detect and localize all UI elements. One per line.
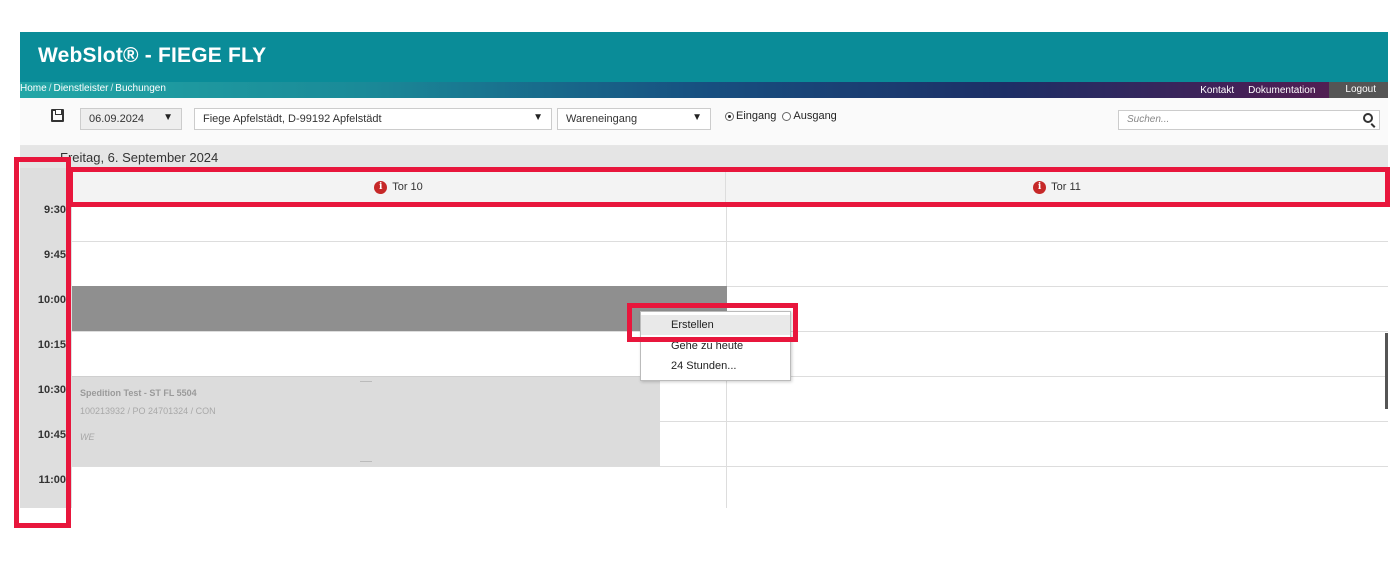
date-value: 06.09.2024 [89,113,145,125]
radio-eingang[interactable] [725,111,734,121]
app-title: WebSlot® - FIEGE FLY [38,44,267,67]
grid-line [72,241,1388,242]
breadcrumb-separator: / [48,83,52,94]
scrollbar[interactable] [1385,333,1388,409]
toolbar: 06.09.2024 ▼ Fiege Apfelstädt, D-99192 A… [20,98,1388,146]
breadcrumb-separator: / [110,83,114,94]
chevron-down-icon: ▼ [163,112,173,123]
day-header: Freitag, 6. September 2024 [20,146,1388,168]
save-icon[interactable] [51,109,64,122]
chevron-down-icon: ▼ [692,112,702,123]
breadcrumb: Home / Dienstleister / Buchungen [20,83,166,94]
kontakt-link[interactable]: Kontakt [1200,85,1234,96]
type-value: Wareneingang [566,113,638,125]
dokumentation-link[interactable]: Dokumentation [1248,85,1315,96]
search-placeholder: Suchen... [1127,114,1170,125]
app-header: WebSlot® - FIEGE FLY [20,32,1388,82]
search-input[interactable]: Suchen... [1118,110,1380,130]
booking-type: WE [80,432,95,442]
resize-handle[interactable] [360,461,372,462]
chevron-down-icon: ▼ [533,112,543,123]
highlight-gate-header [68,167,1390,207]
booking-title: Spedition Test - ST FL 5504 [80,388,197,398]
webslot-app: WebSlot® - FIEGE FLY Home / Dienstleister /… [20,32,1388,508]
highlight-time-column [14,157,71,528]
highlight-erstellen [627,303,798,342]
direction-radio-group: Eingang Ausgang [725,110,843,122]
breadcrumb-home[interactable]: Home [20,83,47,94]
breadcrumb-buchungen[interactable]: Buchungen [115,83,166,94]
radio-eingang-label[interactable]: Eingang [736,110,776,122]
type-select[interactable]: Wareneingang ▼ [557,108,711,130]
menu-item-24-stunden[interactable]: 24 Stunden... [641,356,790,376]
location-select[interactable]: Fiege Apfelstädt, D-99192 Apfelstädt ▼ [194,108,552,130]
radio-ausgang[interactable] [782,111,792,121]
logout-button[interactable]: Logout [1329,82,1388,98]
radio-ausgang-label[interactable]: Ausgang [793,110,836,122]
breadcrumb-dienstleister[interactable]: Dienstleister [53,83,108,94]
location-value: Fiege Apfelstädt, D-99192 Apfelstädt [203,113,382,125]
date-select[interactable]: 06.09.2024 ▼ [80,108,182,130]
search-icon[interactable] [1363,113,1373,123]
booking-block[interactable]: Spedition Test - ST FL 5504 100213932 / … [72,376,660,466]
grid-line [72,466,1388,467]
resize-handle[interactable] [360,381,372,382]
nav-links: Kontakt Dokumentation Logout [1200,82,1388,98]
day-title: Freitag, 6. September 2024 [60,150,219,165]
navigation-bar: Home / Dienstleister / Buchungen Kontakt Dok… [20,82,1388,98]
booking-reference: 100213932 / PO 24701324 / CON [80,406,216,416]
